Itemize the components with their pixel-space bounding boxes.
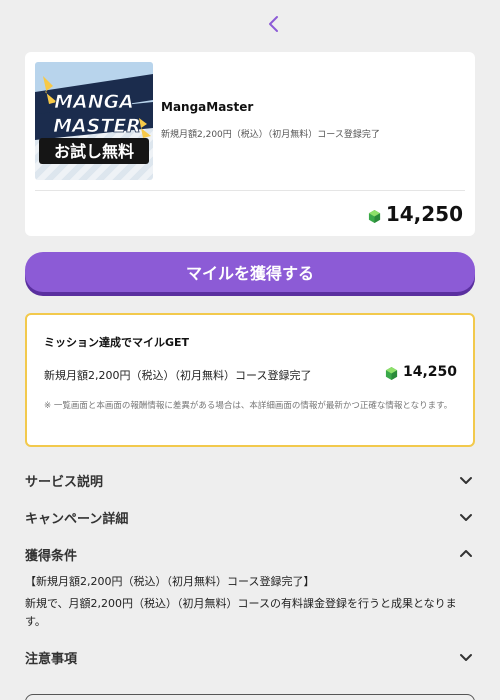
earn-miles-button[interactable]: マイルを獲得する — [25, 252, 475, 292]
mission-box: ミッション達成でマイルGET 新規月額2,200円（税込）（初月無料）コース登録… — [25, 313, 475, 447]
section-campaign-details[interactable]: キャンペーン詳細 — [25, 505, 475, 529]
mission-condition: 新規月額2,200円（税込）（初月無料）コース登録完了 — [44, 369, 312, 382]
mission-note: ※ 一覧画面と本画面の報酬情報に差異がある場合は、本詳細画面の情報が最新かつ正確… — [44, 401, 453, 411]
section-label: サービス説明 — [25, 474, 104, 490]
back-button[interactable] — [262, 12, 286, 36]
mission-points-value: 14,250 — [402, 364, 457, 380]
offer-subtitle: 新規月額2,200円（税込）（初月無料）コース登録完了 — [161, 130, 380, 140]
offer-thumbnail: MANGA MASTER お試し無料 — [35, 62, 153, 180]
offer-card: MANGA MASTER お試し無料 MangaMaster 新規月額2,200… — [25, 52, 475, 236]
chevron-down-icon — [460, 514, 472, 521]
section-earning-conditions[interactable]: 獲得条件 — [25, 542, 475, 566]
chevron-down-icon — [460, 477, 472, 484]
chevron-down-icon — [460, 654, 472, 661]
green-gem-icon — [368, 209, 380, 223]
offer-title: MangaMaster — [161, 100, 254, 114]
conditions-heading: 【新規月額2,200円（税込）（初月無料）コース登録完了】 — [25, 575, 315, 588]
section-notes[interactable]: 注意事項 — [25, 645, 475, 669]
divider — [35, 190, 465, 191]
mission-title: ミッション達成でマイルGET — [44, 336, 190, 349]
offer-points-value: 14,250 — [385, 202, 463, 226]
section-label: 注意事項 — [25, 651, 78, 667]
chevron-left-icon — [269, 16, 278, 32]
thumbnail-line-2: MASTER — [53, 115, 141, 137]
bottom-panel-edge — [25, 694, 475, 700]
conditions-body: 新規で、月額2,200円（税込）（初月無料）コースの有料課金登録を行うと成果とな… — [25, 597, 457, 628]
section-label: キャンペーン詳細 — [25, 511, 129, 527]
thumbnail-line-3: お試し無料 — [54, 142, 134, 161]
thumbnail-line-1: MANGA — [54, 91, 134, 113]
section-label: 獲得条件 — [25, 548, 78, 564]
section-service-description[interactable]: サービス説明 — [25, 468, 475, 492]
offer-points: 14,250 — [368, 202, 463, 226]
mission-points: 14,250 — [385, 364, 457, 380]
green-gem-icon — [385, 366, 398, 380]
chevron-up-icon — [460, 550, 472, 557]
